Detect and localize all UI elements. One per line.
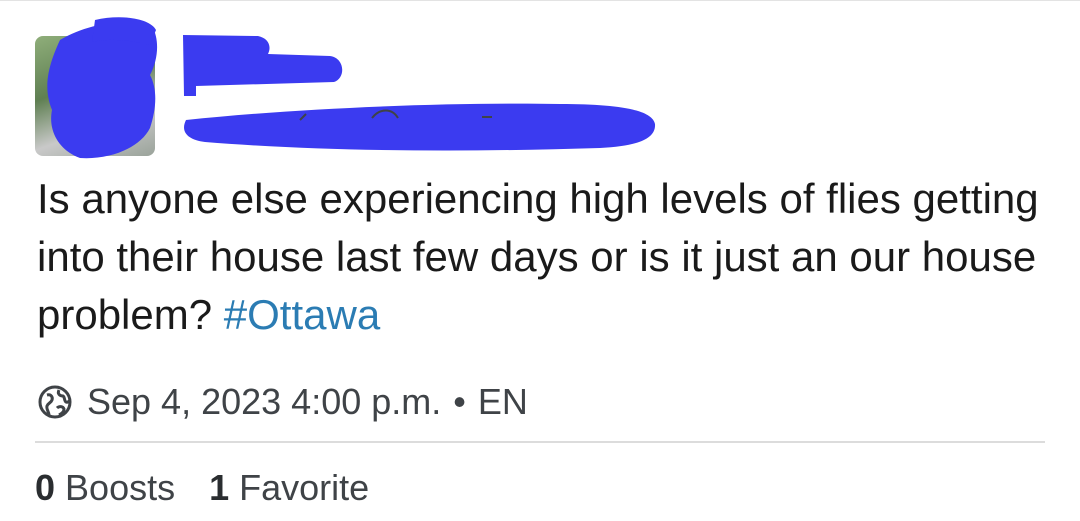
- boosts-stat[interactable]: 0 Boosts: [35, 467, 175, 509]
- post-language: EN: [477, 381, 528, 422]
- post-meta: Sep 4, 2023 4:00 p.m. • EN: [37, 378, 528, 426]
- post-content: Is anyone else experiencing high levels …: [37, 170, 1047, 344]
- hashtag-link[interactable]: #Ottawa: [224, 291, 380, 338]
- post-detail: Is anyone else experiencing high levels …: [0, 0, 1080, 521]
- stats-divider: [35, 441, 1045, 443]
- favorites-label: Favorite: [239, 467, 370, 508]
- meta-separator: •: [453, 381, 466, 422]
- boosts-count: 0: [35, 467, 56, 508]
- favorites-stat[interactable]: 1 Favorite: [209, 467, 369, 509]
- post-body-text: Is anyone else experiencing high levels …: [37, 175, 1039, 338]
- post-timestamp[interactable]: Sep 4, 2023 4:00 p.m.: [87, 381, 441, 423]
- post-stats: 0 Boosts 1 Favorite: [35, 464, 403, 512]
- boosts-label: Boosts: [65, 467, 176, 508]
- globe-icon: [38, 385, 72, 419]
- favorites-count: 1: [209, 467, 230, 508]
